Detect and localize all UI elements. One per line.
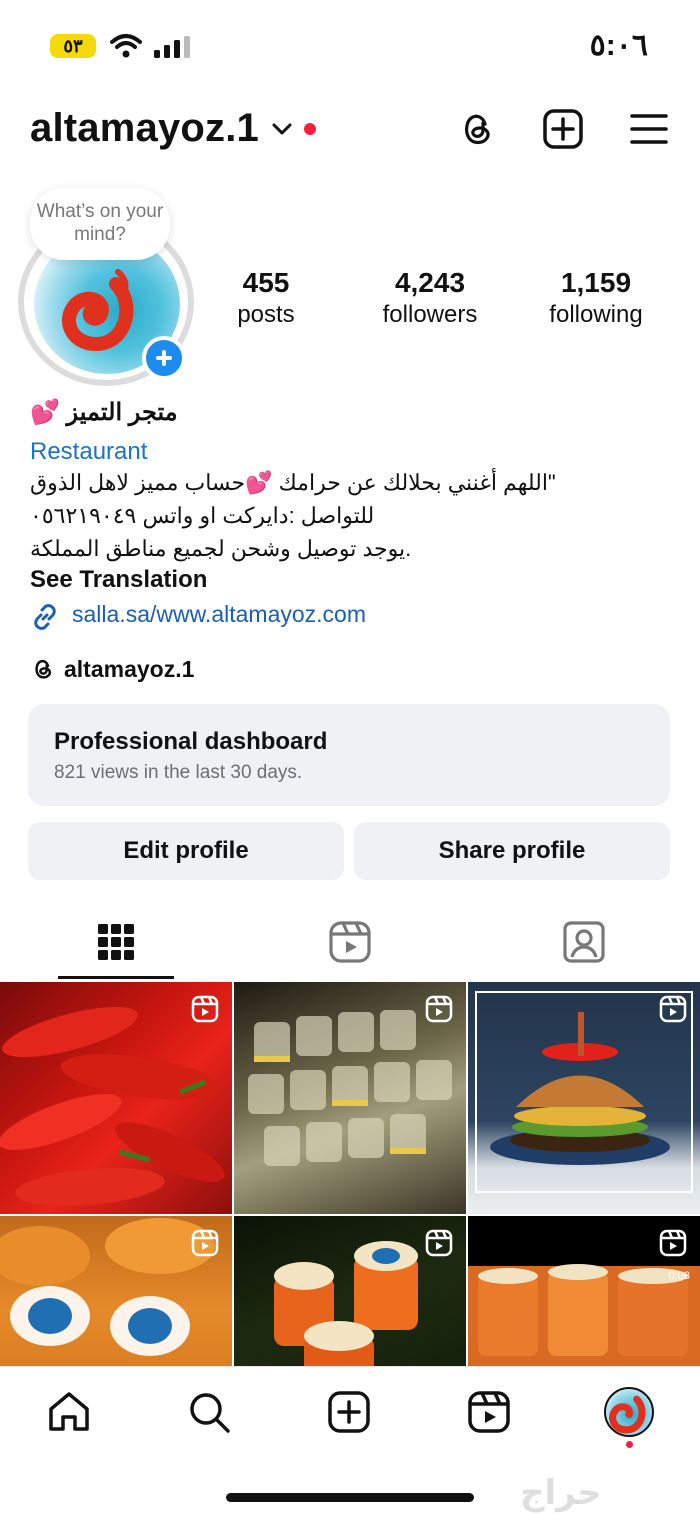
posts-grid: 0:08 (0, 982, 700, 1366)
active-tab-indicator (58, 976, 174, 979)
stat-followers[interactable]: 4,243 followers (370, 266, 490, 330)
chevron-down-icon[interactable] (272, 122, 292, 136)
battery-indicator: ٥٣ (50, 34, 96, 58)
bio-line: .يوجد توصيل وشحن لجميع مناطق المملكة (30, 536, 412, 561)
grid-icon[interactable] (92, 918, 140, 966)
logo-swirl-image (609, 1395, 646, 1434)
link-icon (34, 604, 56, 630)
cellular-signal-icon (154, 36, 190, 58)
search-icon[interactable] (186, 1389, 232, 1435)
tagged-icon[interactable] (560, 918, 608, 966)
following-count: 1,159 (560, 267, 632, 298)
status-bar: ٥٣ ٥:٠٦ (0, 0, 700, 92)
bio-line: للتواصل :دايركت او واتس ٠٥٦٢١٩٠٤٩ (30, 503, 375, 528)
followers-label: followers (382, 301, 478, 328)
reel-badge-icon (659, 1229, 687, 1257)
profile-category[interactable]: Restaurant (30, 438, 670, 466)
watermark-logo: حراج (520, 1473, 602, 1513)
reel-badge-icon (191, 995, 219, 1023)
dashboard-title: Professional dashboard (54, 728, 328, 755)
post-thumbnail[interactable] (468, 982, 700, 1214)
post-thumbnail[interactable] (0, 982, 232, 1214)
posts-count: 455 (242, 267, 290, 298)
stat-following[interactable]: 1,159 following (536, 266, 656, 330)
account-switcher[interactable]: altamayoz.1 (30, 106, 259, 151)
post-thumbnail[interactable] (0, 1216, 232, 1366)
reels-icon[interactable] (466, 1389, 512, 1435)
following-label: following (549, 301, 643, 328)
bottom-navigation: حراج (0, 1366, 700, 1515)
reel-badge-icon (425, 1229, 453, 1257)
reels-icon[interactable] (326, 918, 374, 966)
menu-icon[interactable] (628, 108, 670, 150)
threads-icon (35, 659, 52, 679)
posts-label: posts (237, 301, 295, 328)
profile-header: altamayoz.1 (0, 92, 700, 172)
reel-badge-icon (191, 1229, 219, 1257)
home-indicator[interactable] (226, 1493, 474, 1502)
profile-display-name: متجر التميز 💕 (30, 398, 670, 427)
dashboard-subtitle: 821 views in the last 30 days. (54, 762, 303, 783)
website-link-text: salla.sa/www.altamayoz.com (72, 601, 366, 627)
video-duration: 0:08 (668, 1270, 690, 1282)
logo-swirl-image (62, 269, 134, 352)
bio-line: "اللهم أغنني بحلالك عن حرامك 💕حساب مميز … (30, 470, 556, 495)
threads-handle: altamayoz.1 (64, 656, 195, 682)
create-icon[interactable] (326, 1389, 372, 1435)
share-profile-button[interactable]: Share profile (354, 822, 670, 880)
edit-profile-button[interactable]: Edit profile (28, 822, 344, 880)
create-icon[interactable] (542, 108, 584, 150)
profile-avatar[interactable] (604, 1387, 654, 1437)
notification-dot (304, 123, 316, 135)
post-thumbnail[interactable] (234, 982, 466, 1214)
stat-posts[interactable]: 455 posts (220, 266, 312, 330)
home-icon[interactable] (46, 1389, 92, 1435)
note-bubble[interactable]: What’s on your mind? (30, 188, 170, 260)
professional-dashboard[interactable]: Professional dashboard 821 views in the … (28, 704, 670, 806)
threads-icon[interactable] (456, 108, 498, 150)
add-story-button[interactable] (142, 336, 186, 380)
reel-badge-icon (425, 995, 453, 1023)
followers-count: 4,243 (394, 267, 466, 298)
display-name-text: متجر التميز 💕 (30, 399, 178, 426)
post-thumbnail[interactable] (234, 1216, 466, 1366)
notification-dot (626, 1441, 633, 1448)
wifi-icon (110, 34, 142, 58)
see-translation-link[interactable]: See Translation (30, 566, 670, 594)
reel-badge-icon (659, 995, 687, 1023)
post-thumbnail[interactable]: 0:08 (468, 1216, 700, 1366)
clock: ٥:٠٦ (589, 29, 648, 62)
